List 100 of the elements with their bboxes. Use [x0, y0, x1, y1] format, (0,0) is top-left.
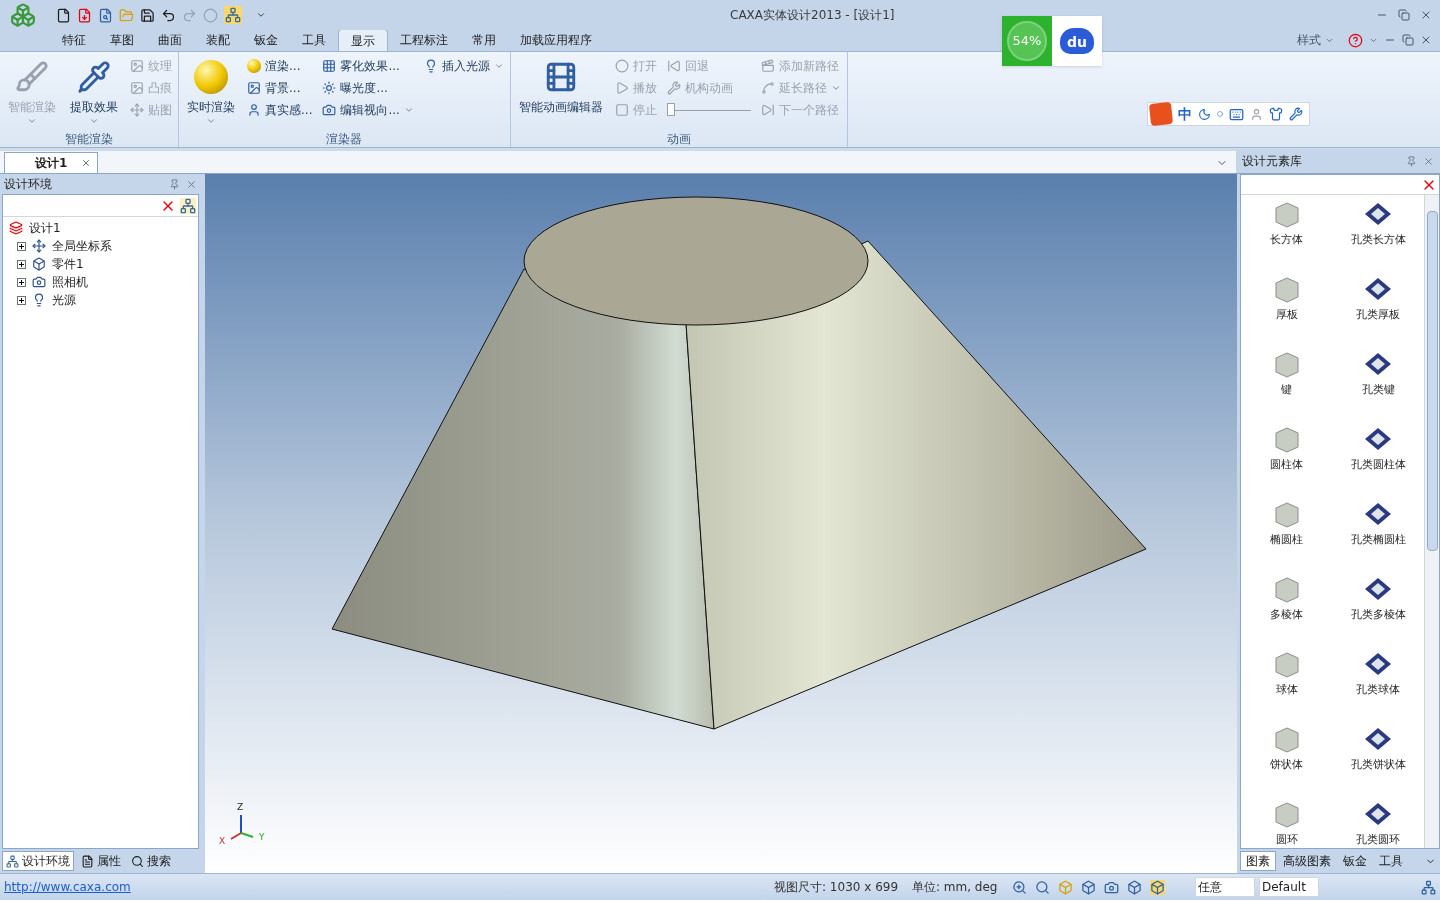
ribbon-small-button[interactable]: 编辑视向... — [322, 99, 414, 121]
expand-toggle[interactable] — [17, 277, 26, 287]
zoom-icon[interactable] — [1012, 879, 1027, 895]
restore-icon[interactable] — [1398, 9, 1410, 21]
close-icon[interactable] — [1420, 34, 1432, 46]
search-icon[interactable] — [1035, 879, 1050, 895]
ribbon-tab[interactable]: 钣金 — [242, 29, 290, 51]
website-link[interactable]: http://www.caxa.com — [4, 878, 774, 896]
expand-toggle[interactable] — [17, 241, 26, 251]
library-item[interactable]: 孔类球体 — [1332, 649, 1424, 724]
panel-tab[interactable]: 搜索 — [128, 851, 174, 871]
pin-icon[interactable] — [169, 178, 180, 190]
ribbon-small-button[interactable]: 插入光源 — [423, 55, 504, 77]
ribbon-tab[interactable]: 特征 — [50, 29, 98, 51]
wrench-icon[interactable] — [1289, 107, 1303, 121]
cube-icon[interactable] — [1081, 879, 1096, 895]
tree-icon[interactable] — [224, 6, 242, 24]
library-item[interactable]: 孔类键 — [1332, 349, 1424, 424]
camera-icon — [322, 103, 337, 117]
tree-node-label[interactable]: 零件1 — [52, 255, 84, 273]
ribbon-tab[interactable]: 曲面 — [146, 29, 194, 51]
close-icon[interactable] — [81, 158, 92, 168]
tree-icon[interactable] — [1421, 879, 1436, 895]
ribbon-small-button[interactable]: 背景... — [247, 77, 313, 99]
keyboard-icon[interactable] — [1229, 106, 1244, 122]
tree-node-label[interactable]: 照相机 — [52, 273, 88, 291]
import-icon[interactable] — [77, 7, 92, 23]
speed-widget[interactable]: 54% du — [1002, 16, 1102, 66]
library-tab[interactable]: 钣金 — [1338, 851, 1372, 871]
library-item[interactable]: 圆柱体 — [1241, 424, 1333, 499]
library-item[interactable]: 孔类圆柱体 — [1332, 424, 1424, 499]
caret-icon — [206, 116, 216, 126]
ribbon-small-button[interactable]: 真实感... — [247, 99, 313, 121]
tree-node-label[interactable]: 光源 — [52, 291, 76, 309]
animation-slider[interactable] — [666, 101, 751, 119]
panel-tab[interactable]: 设计环境 — [2, 851, 74, 871]
close-icon[interactable] — [1423, 155, 1434, 167]
library-item[interactable]: 长方体 — [1241, 199, 1333, 274]
ribbon-tab[interactable]: 工具 — [290, 29, 338, 51]
caret-icon[interactable] — [256, 10, 266, 20]
panel-tab[interactable]: 属性 — [78, 851, 124, 871]
slider-thumb[interactable] — [666, 103, 675, 116]
close-icon[interactable] — [1420, 9, 1432, 21]
shirt-icon[interactable] — [1269, 107, 1283, 121]
style-menu[interactable]: 样式 — [1297, 31, 1334, 49]
restore-icon[interactable] — [1402, 34, 1414, 46]
ribbon-small-button[interactable]: 渲染... — [247, 55, 313, 77]
ribbon-tab[interactable]: 加载应用程序 — [508, 29, 604, 51]
expand-toggle[interactable] — [17, 295, 26, 305]
library-item[interactable]: 厚板 — [1241, 274, 1333, 349]
close-icon[interactable] — [186, 178, 197, 190]
pin-icon[interactable] — [1406, 155, 1417, 167]
window-title: CAXA实体设计2013 - [设计1] — [730, 7, 895, 24]
library-item[interactable]: 孔类多棱体 — [1332, 574, 1424, 649]
ribbon-tab[interactable]: 工程标注 — [388, 29, 460, 51]
help-icon[interactable] — [1348, 32, 1363, 48]
save-icon[interactable] — [140, 7, 155, 23]
tree-icon[interactable] — [180, 197, 196, 214]
3d-viewport[interactable]: Z X Y — [205, 174, 1237, 873]
tree-node-label[interactable]: 设计1 — [29, 219, 61, 237]
library-item[interactable]: 孔类长方体 — [1332, 199, 1424, 274]
cube-icon[interactable] — [1127, 879, 1142, 895]
ribbon-tab[interactable]: 装配 — [194, 29, 242, 51]
library-item[interactable]: 孔类厚板 — [1332, 274, 1424, 349]
user-icon[interactable] — [1250, 107, 1263, 121]
ime-logo — [1148, 101, 1174, 127]
library-item[interactable]: 键 — [1241, 349, 1333, 424]
ribbon-large-button[interactable]: 智能动画编辑器 — [514, 52, 607, 130]
ribbon-large-button[interactable]: 提取效果 — [66, 52, 122, 130]
document-tab[interactable]: 设计1 — [4, 152, 99, 173]
library-item[interactable]: 孔类椭圆柱 — [1332, 499, 1424, 574]
ribbon-small-button[interactable]: 雾化效果... — [322, 55, 414, 77]
ribbon-small-button[interactable]: 曝光度... — [322, 77, 414, 99]
ribbon-tab[interactable]: 显示 — [338, 29, 388, 51]
tree-node-label[interactable]: 全局坐标系 — [52, 237, 112, 255]
ribbon-tab[interactable]: 常用 — [460, 29, 508, 51]
library-item[interactable]: 球体 — [1241, 649, 1333, 724]
ribbon-group-title: 智能渲染 — [64, 131, 114, 148]
ime-mode[interactable]: 中 — [1178, 103, 1192, 125]
library-item[interactable]: 饼状体 — [1241, 724, 1333, 799]
library-item[interactable]: 椭圆柱 — [1241, 499, 1333, 574]
expand-toggle[interactable] — [17, 259, 26, 269]
library-tab[interactable]: 工具 — [1374, 851, 1408, 871]
mode-field[interactable]: 任意 — [1195, 877, 1255, 897]
ribbon-tab[interactable]: 草图 — [98, 29, 146, 51]
camera-icon[interactable] — [1104, 879, 1119, 895]
ribbon-large-button[interactable]: 实时渲染 — [183, 52, 239, 130]
moon-icon[interactable] — [1198, 107, 1211, 121]
library-item[interactable]: 孔类饼状体 — [1332, 724, 1424, 799]
cube-icon[interactable] — [1150, 879, 1165, 895]
tree-node-icon — [9, 221, 23, 235]
undo-icon[interactable] — [161, 7, 176, 23]
scrollbar[interactable] — [1424, 195, 1439, 848]
library-tab[interactable]: 高级图素 — [1278, 851, 1336, 871]
preview-icon[interactable] — [98, 7, 113, 23]
style-field[interactable]: Default — [1259, 877, 1319, 897]
clapper-icon — [760, 59, 775, 73]
new-file-icon[interactable] — [56, 7, 71, 23]
library-item[interactable]: 多棱体 — [1241, 574, 1333, 649]
library-tab[interactable]: 图素 — [1240, 851, 1276, 871]
